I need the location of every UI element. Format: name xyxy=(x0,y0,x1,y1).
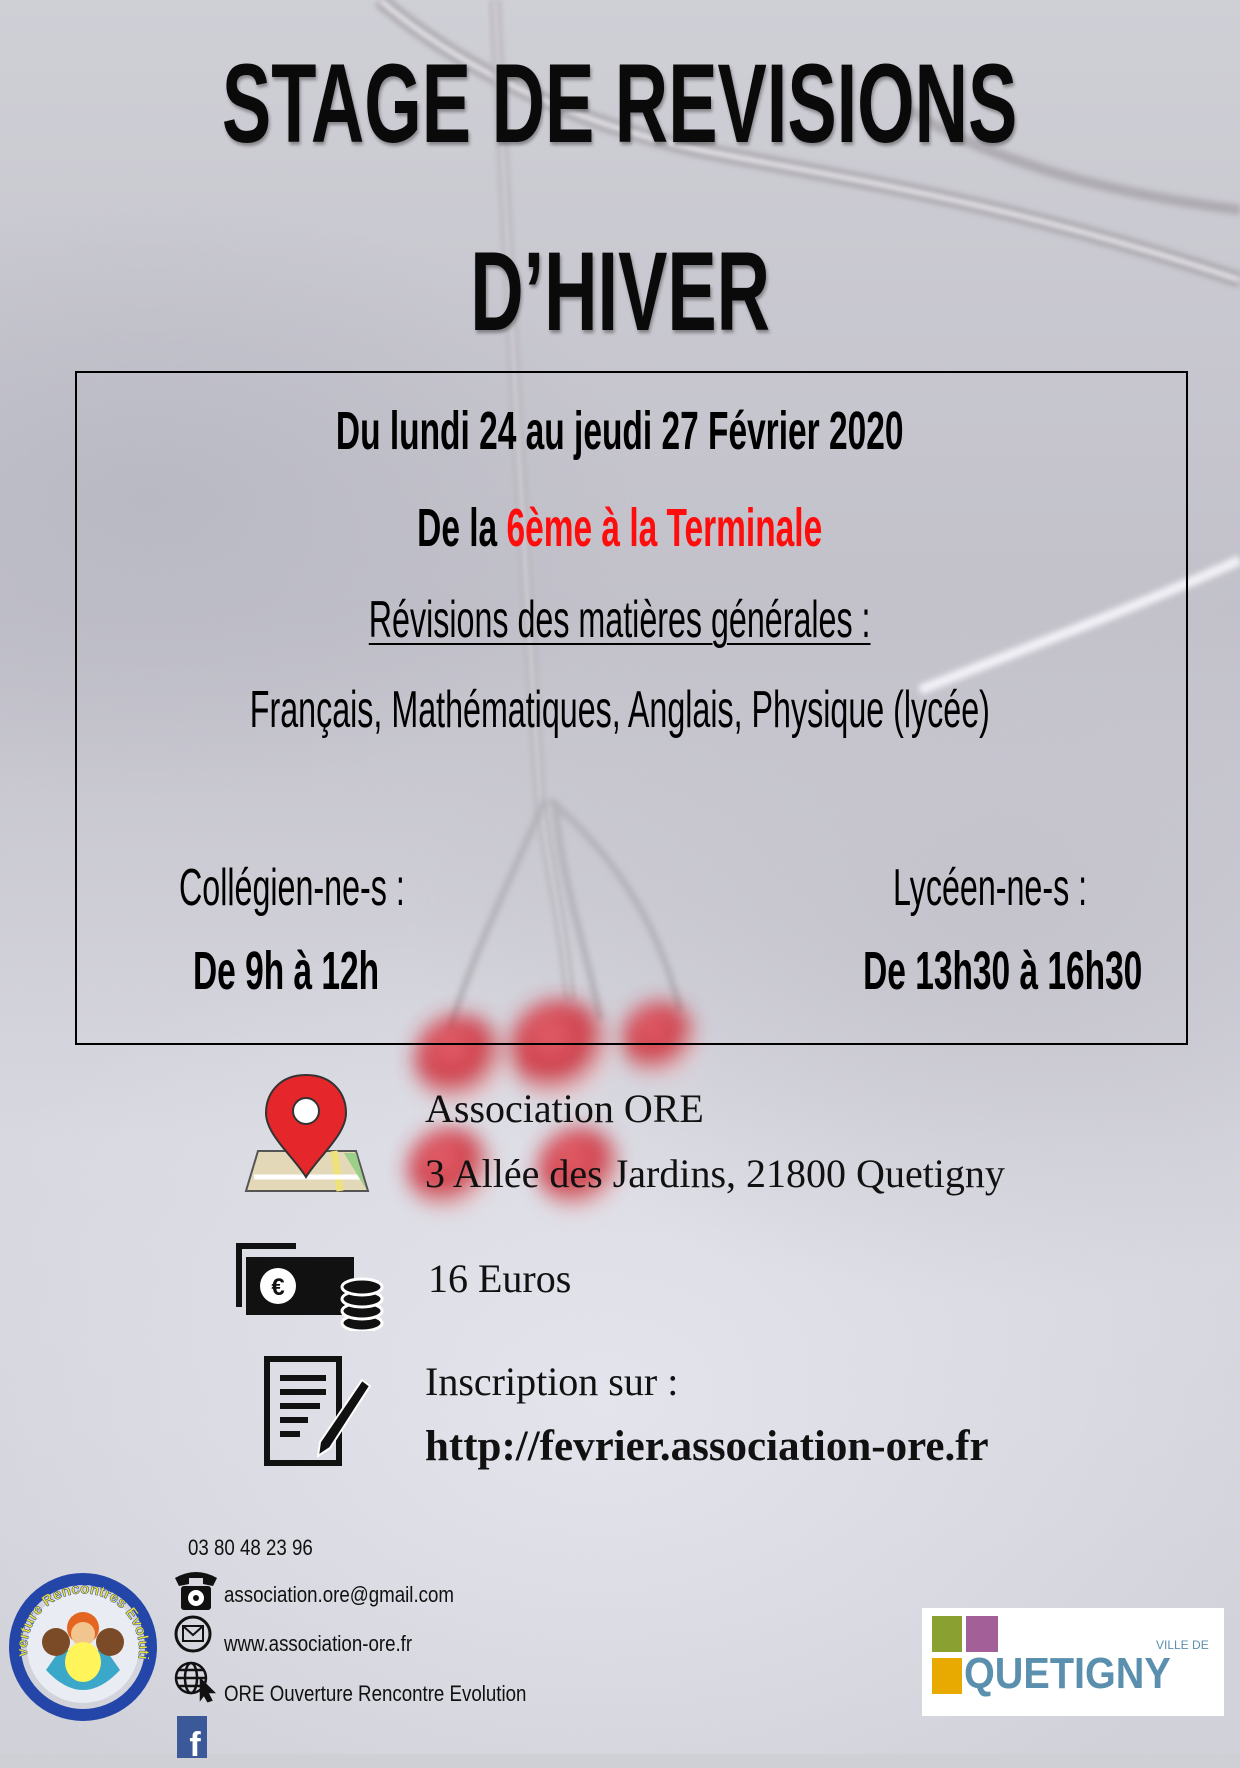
form-icon xyxy=(264,1356,372,1466)
quetigny-logo: VILLE DE QUETIGNY xyxy=(922,1608,1224,1716)
college-hours: De 9h à 12h xyxy=(193,941,380,1001)
email-link[interactable]: association.ore@gmail.com xyxy=(224,1582,495,1608)
contact-icons: f xyxy=(174,1572,217,1764)
telephone-icon xyxy=(175,1572,217,1610)
college-label: Collégien-ne-s : xyxy=(179,859,405,917)
map-pin-icon xyxy=(244,1073,370,1192)
email-icon xyxy=(174,1615,212,1653)
location-name: Association ORE xyxy=(425,1086,704,1131)
dates: Du lundi 24 au jeudi 27 Février 2020 xyxy=(336,401,904,461)
website-link[interactable]: www.association-ore.fr xyxy=(224,1631,445,1657)
registration-url[interactable]: http://fevrier.association-ore.fr xyxy=(425,1422,989,1471)
subjects: Français, Mathématiques, Anglais, Physiq… xyxy=(249,681,991,739)
facebook-link[interactable]: ORE Ouverture Rencontre Evolution xyxy=(224,1681,580,1707)
levels-highlight: 6ème à la Terminale xyxy=(506,498,823,558)
lycee-label: Lycéen-ne-s : xyxy=(892,859,1087,917)
title-line-2: D’HIVER xyxy=(470,229,770,354)
svg-text:f: f xyxy=(189,1726,201,1764)
levels: De la 6ème à la Terminale xyxy=(417,498,823,558)
globe-cursor-icon xyxy=(174,1661,217,1703)
registration-label: Inscription sur : xyxy=(425,1359,679,1404)
phone-number: 03 80 48 23 96 xyxy=(188,1535,313,1560)
subjects-heading: Révisions des matières générales : xyxy=(369,591,871,649)
facebook-icon: f xyxy=(177,1716,207,1764)
location-address: 3 Allée des Jardins, 21800 Quetigny xyxy=(425,1151,1005,1196)
title-line-1: STAGE DE REVISIONS xyxy=(222,41,1018,166)
ore-logo: Ouverture Rencontres Evolution xyxy=(6,1570,157,1721)
svg-text:€: € xyxy=(271,1274,284,1301)
price: 16 Euros xyxy=(428,1256,572,1301)
lycee-hours: De 13h30 à 16h30 xyxy=(862,941,1142,1001)
money-icon: € xyxy=(236,1243,384,1331)
